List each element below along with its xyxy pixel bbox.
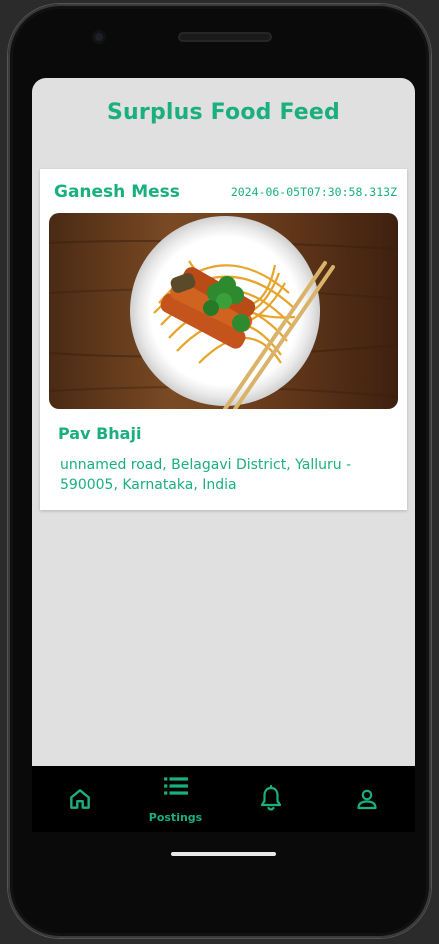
page-title: Surplus Food Feed (107, 100, 340, 125)
nav-postings[interactable]: Postings (128, 766, 223, 832)
home-icon (69, 789, 90, 809)
food-photo (49, 213, 398, 409)
bottom-navigation: Postings (32, 766, 415, 832)
food-image (49, 213, 398, 409)
pickup-address: unnamed road, Belagavi District, Yalluru… (60, 457, 352, 493)
person-icon (356, 789, 377, 810)
nav-profile[interactable] (319, 766, 414, 832)
nav-notifications[interactable] (223, 766, 318, 832)
home-indicator[interactable] (171, 852, 276, 856)
front-camera (92, 30, 106, 44)
earpiece-speaker (178, 32, 272, 42)
bell-icon (260, 785, 281, 811)
post-timestamp: 2024-06-05T07:30:58.313Z (230, 185, 397, 199)
food-name: Pav Bhaji (58, 424, 142, 443)
nav-home[interactable] (32, 766, 127, 832)
list-icon (163, 776, 188, 795)
nav-postings-label: Postings (148, 810, 203, 824)
provider-name: Ganesh Mess (54, 182, 180, 202)
feed-card[interactable]: Ganesh Mess 2024-06-05T07:30:58.313Z Pav… (40, 169, 407, 510)
app-screen: Surplus Food Feed Ganesh Mess 2024-06-05… (32, 78, 415, 766)
